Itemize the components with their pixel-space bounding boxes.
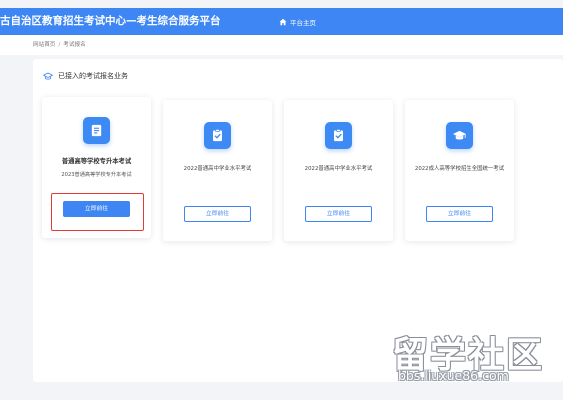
breadcrumb-home-link[interactable]: 网站首页 [33, 42, 55, 48]
graduation-cap-icon [446, 122, 473, 149]
card-label: 2022普通高中学业水平考试 [304, 166, 373, 172]
go-now-button[interactable]: 立即前往 [184, 206, 251, 222]
card-label: 2022普通高中学业水平考试 [183, 166, 252, 172]
site-title: 古自治区教育招生考试中心—考生综合服务平台 [0, 15, 221, 27]
graduation-cap-outline-icon [43, 72, 53, 81]
panel-header: 已接入的考试报名业务 [43, 71, 128, 81]
clipboard-check-icon [204, 122, 231, 149]
breadcrumb-separator: / [58, 42, 61, 48]
top-header: 古自治区教育招生考试中心—考生综合服务平台 平台主页 [0, 8, 563, 35]
exam-card-academic-level: 2022普通高中学业水平考试 立即前往 [284, 100, 393, 241]
breadcrumb-bar: 网站首页 / 考试报名 [0, 35, 563, 55]
panel-title: 已接入的考试报名业务 [58, 72, 128, 80]
document-list-icon [83, 117, 110, 144]
exam-registration-panel: 已接入的考试报名业务 普通高等学校专升本考试 2023普通高等学校专升本考试 立… [33, 59, 563, 382]
go-now-button[interactable]: 立即前往 [305, 206, 372, 222]
card-subtitle: 2023普通高等学校专升本考试 [61, 172, 132, 178]
exam-card-academic-level: 2022普通高中学业水平考试 立即前往 [163, 100, 272, 241]
nav-home-link[interactable]: 平台主页 [279, 8, 316, 35]
clipboard-check-icon [325, 122, 352, 149]
breadcrumb: 网站首页 / 考试报名 [33, 35, 86, 55]
exam-card-adult-admission: 2022成人高等学校招生全国统一考试 立即前往 [405, 100, 514, 241]
nav-home-label: 平台主页 [290, 18, 316, 27]
home-icon [279, 18, 287, 26]
breadcrumb-current: 考试报名 [63, 42, 86, 48]
card-title: 普通高等学校专升本考试 [61, 158, 132, 165]
exam-card-upgrade: 普通高等学校专升本考试 2023普通高等学校专升本考试 立即前往 [42, 97, 151, 238]
go-now-button[interactable]: 立即前往 [63, 201, 130, 217]
go-now-button[interactable]: 立即前往 [426, 206, 493, 222]
card-label: 2022成人高等学校招生全国统一考试 [414, 166, 505, 172]
